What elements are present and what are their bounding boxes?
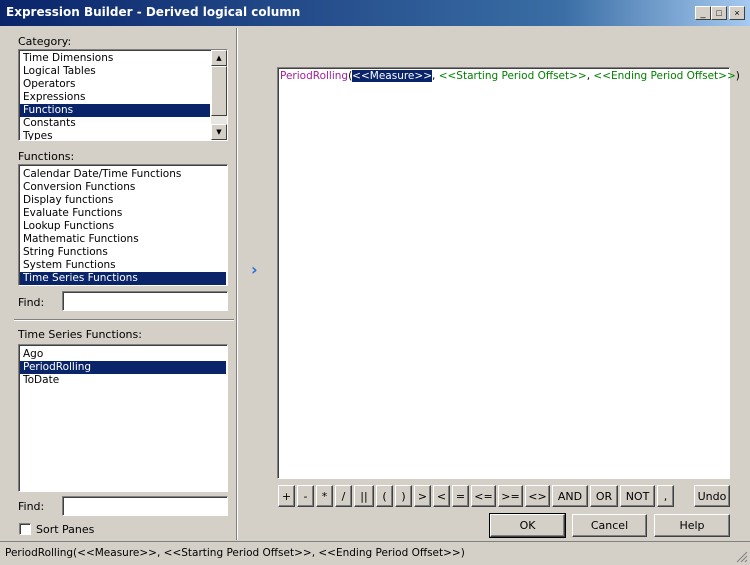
horizontal-divider — [14, 319, 234, 321]
subfunctions-label: Time Series Functions: — [18, 328, 142, 341]
category-scrollbar[interactable]: ▲ ▼ — [211, 50, 227, 140]
operator-minus-button[interactable]: - — [297, 485, 314, 507]
operator-not-button[interactable]: NOT — [620, 485, 655, 507]
expression-selected-arg: <<Measure>> — [352, 70, 432, 82]
operator-or-button[interactable]: OR — [590, 485, 618, 507]
functions-list-item[interactable]: System Functions — [20, 259, 226, 272]
subfunctions-find-input[interactable] — [62, 496, 228, 516]
title-bar: Expression Builder - Derived logical col… — [0, 0, 750, 26]
functions-find-label: Find: — [18, 296, 45, 309]
functions-list-item[interactable]: String Functions — [20, 246, 226, 259]
category-list-item[interactable]: Logical Tables — [20, 65, 210, 78]
subfunctions-find-label: Find: — [18, 500, 45, 513]
maximize-button[interactable]: □ — [711, 6, 727, 20]
functions-list-item[interactable]: Mathematic Functions — [20, 233, 226, 246]
expression-sep-1: , — [432, 70, 439, 82]
functions-list-item[interactable]: Conversion Functions — [20, 181, 226, 194]
functions-list-item[interactable]: Lookup Functions — [20, 220, 226, 233]
minimize-button[interactable]: _ — [695, 6, 711, 20]
functions-list-item[interactable]: Time Series Functions — [20, 272, 226, 285]
scroll-up-icon[interactable]: ▲ — [211, 50, 227, 66]
subfunctions-list-item[interactable]: Ago — [20, 348, 226, 361]
status-text: PeriodRolling(<<Measure>>, <<Starting Pe… — [5, 547, 465, 559]
operator-greater-equal-button[interactable]: >= — [498, 485, 523, 507]
scroll-thumb[interactable] — [211, 66, 227, 116]
functions-label: Functions: — [18, 150, 75, 163]
operator-less-equal-button[interactable]: <= — [471, 485, 496, 507]
resize-grip-icon[interactable] — [736, 551, 748, 563]
subfunctions-list-item[interactable]: PeriodRolling — [20, 361, 226, 374]
insert-arrow-icon[interactable]: › — [251, 261, 265, 279]
sort-panes-label: Sort Panes — [36, 523, 95, 536]
category-list-item[interactable]: Types — [20, 130, 210, 140]
expression-arg-2: <<Starting Period Offset>> — [438, 70, 587, 82]
expression-editor[interactable]: PeriodRolling(<<Measure>>, <<Starting Pe… — [277, 67, 740, 479]
operator-less-than-button[interactable]: < — [433, 485, 450, 507]
subfunctions-list-item[interactable]: ToDate — [20, 374, 226, 387]
operator-divide-button[interactable]: / — [335, 485, 352, 507]
expression-function-name: PeriodRolling — [280, 70, 349, 82]
operator-close-paren-button[interactable]: ) — [395, 485, 412, 507]
category-list-item[interactable]: Functions — [20, 104, 210, 117]
sort-panes-checkbox[interactable] — [19, 523, 31, 535]
operator-comma-button[interactable]: , — [657, 485, 674, 507]
close-button[interactable]: × — [729, 6, 745, 20]
category-list-item[interactable]: Operators — [20, 78, 210, 91]
status-bar: PeriodRolling(<<Measure>>, <<Starting Pe… — [0, 541, 750, 565]
operator-plus-button[interactable]: + — [278, 485, 295, 507]
expression-close-paren: ) — [735, 70, 740, 82]
window-title: Expression Builder - Derived logical col… — [6, 5, 301, 19]
functions-list-item[interactable]: Display functions — [20, 194, 226, 207]
subfunctions-listbox[interactable]: Ago PeriodRolling ToDate — [18, 344, 228, 492]
category-list-item[interactable]: Expressions — [20, 91, 210, 104]
scroll-down-icon[interactable]: ▼ — [211, 124, 227, 140]
help-button[interactable]: Help — [654, 514, 730, 537]
operator-equals-button[interactable]: = — [452, 485, 469, 507]
operator-open-paren-button[interactable]: ( — [376, 485, 393, 507]
operator-not-equal-button[interactable]: <> — [525, 485, 550, 507]
category-listbox[interactable]: Time Dimensions Logical Tables Operators Ex… — [18, 49, 228, 141]
category-list-item[interactable]: Time Dimensions — [20, 52, 210, 65]
operator-greater-than-button[interactable]: > — [414, 485, 431, 507]
undo-button[interactable]: Undo — [694, 485, 730, 507]
functions-list-item[interactable]: Calendar Date/Time Functions — [20, 168, 226, 181]
functions-list-item[interactable]: Evaluate Functions — [20, 207, 226, 220]
vertical-divider — [236, 28, 238, 540]
functions-listbox[interactable]: Calendar Date/Time Functions Conversion F… — [18, 164, 228, 286]
expression-arg-3: <<Ending Period Offset>> — [593, 70, 736, 82]
ok-button[interactable]: OK — [489, 513, 566, 538]
functions-find-input[interactable] — [62, 291, 228, 311]
operator-multiply-button[interactable]: * — [316, 485, 333, 507]
category-label: Category: — [18, 35, 72, 48]
operator-and-button[interactable]: AND — [552, 485, 588, 507]
cancel-button[interactable]: Cancel — [572, 514, 647, 537]
operator-concat-button[interactable]: || — [354, 485, 374, 507]
category-list-item[interactable]: Constants — [20, 117, 210, 130]
